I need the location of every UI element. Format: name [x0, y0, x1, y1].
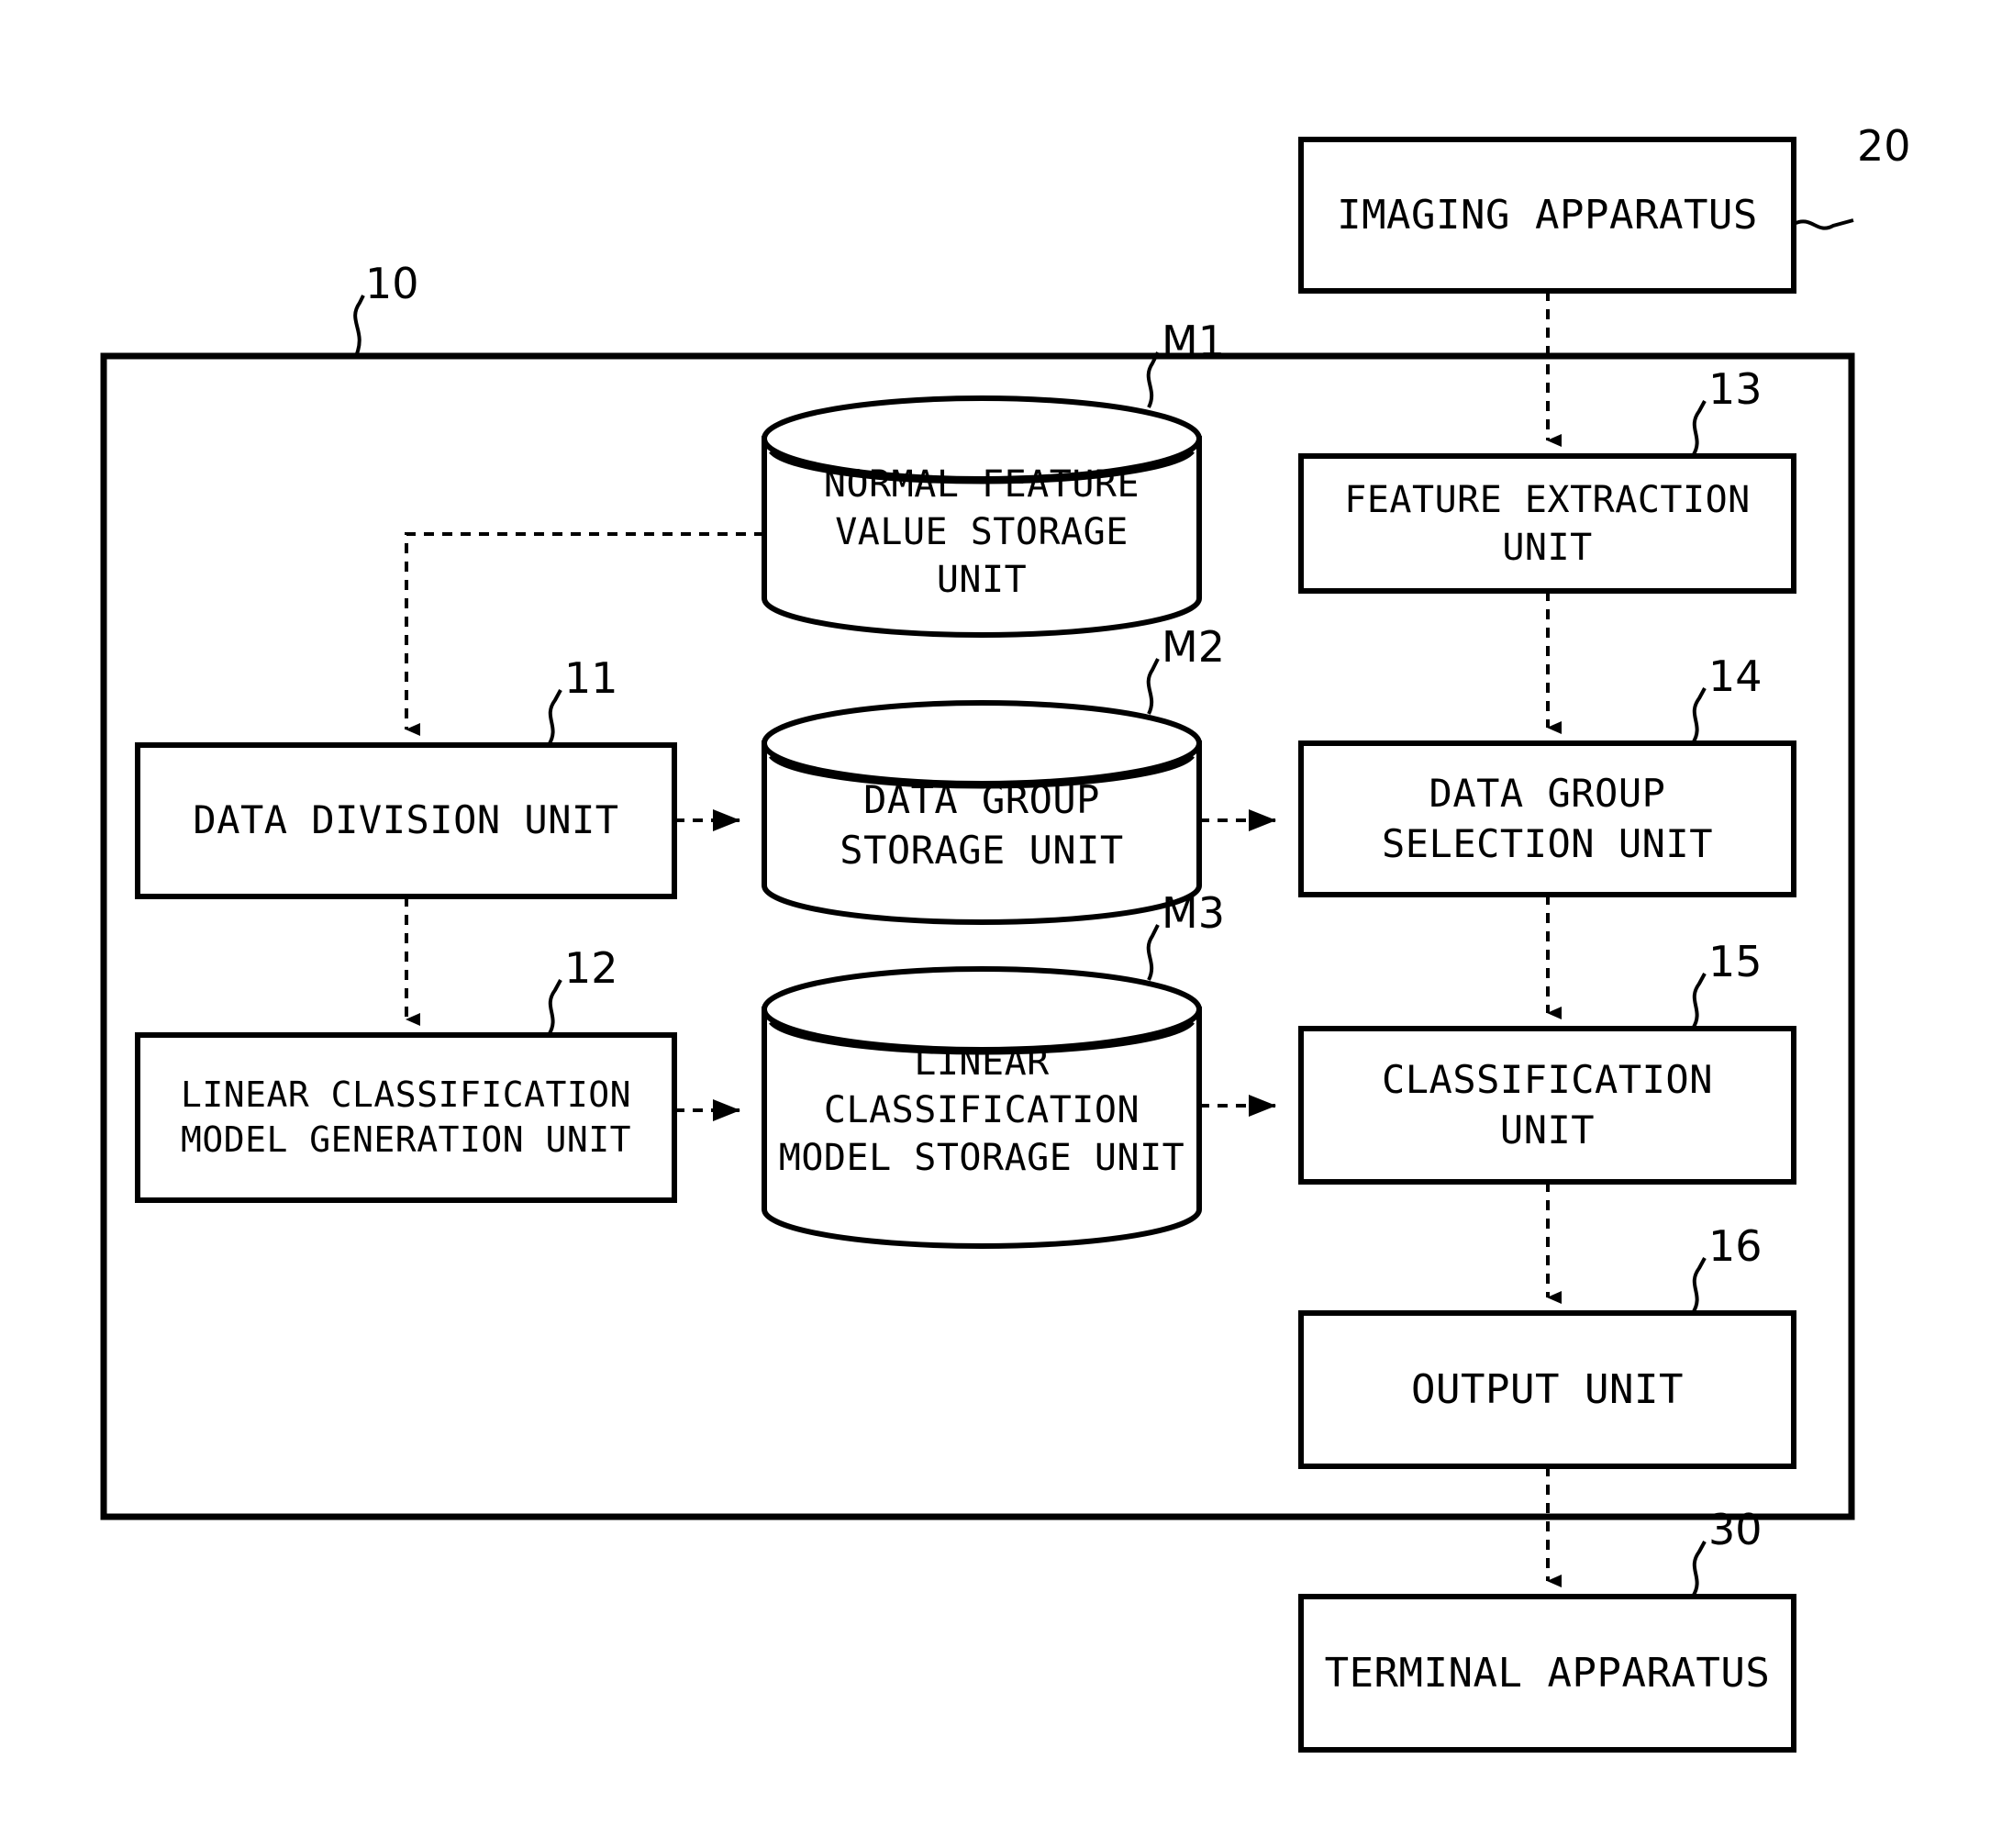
ref-number-15: 15: [1708, 937, 1763, 986]
normal-feature-value-storage-unit-node[interactable]: [764, 398, 1199, 635]
leader-line-30: [1691, 1541, 1707, 1598]
ref-number-30: 30: [1708, 1505, 1763, 1554]
data-division-unit-node[interactable]: [138, 745, 674, 896]
linear-classification-model-generation-unit-node[interactable]: [138, 1035, 674, 1200]
ref-number-M1: M1: [1162, 317, 1225, 366]
leader-line-13: [1691, 400, 1707, 458]
data-group-selection-unit-node[interactable]: [1301, 743, 1794, 895]
feature-extraction-unit-node[interactable]: [1301, 456, 1794, 591]
ref-number-20: 20: [1857, 121, 1911, 171]
figure-canvas: IMAGING APPARATUS 20 10 NORMAL FEATURE V…: [0, 0, 2013, 1848]
leader-line-14: [1691, 687, 1707, 745]
leader-line-20: [1793, 218, 1854, 230]
ref-number-16: 16: [1708, 1221, 1763, 1271]
data-group-storage-unit-node[interactable]: [764, 703, 1199, 922]
imaging-apparatus-node[interactable]: [1301, 139, 1794, 291]
terminal-apparatus-node[interactable]: [1301, 1597, 1794, 1750]
output-unit-node[interactable]: [1301, 1313, 1794, 1466]
classification-unit-node[interactable]: [1301, 1029, 1794, 1182]
leader-line-10: [353, 295, 365, 357]
ref-number-13: 13: [1708, 364, 1763, 414]
connector-m1-to-data-division: [405, 532, 764, 736]
leader-line-16: [1691, 1257, 1707, 1315]
leader-line-11: [547, 689, 562, 747]
ref-number-10: 10: [365, 259, 419, 308]
ref-number-12: 12: [564, 943, 618, 993]
ref-number-11: 11: [564, 653, 618, 703]
ref-number-14: 14: [1708, 651, 1763, 701]
leader-line-12: [547, 979, 562, 1037]
leader-line-15: [1691, 973, 1707, 1030]
linear-classification-model-storage-unit-node[interactable]: [764, 969, 1199, 1246]
